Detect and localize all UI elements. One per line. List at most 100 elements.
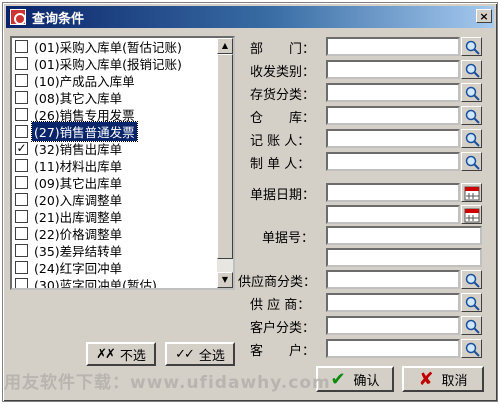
search-icon: [465, 40, 480, 55]
checkbox[interactable]: [15, 261, 28, 274]
doc-date-to-picker[interactable]: [461, 205, 482, 224]
checkbox[interactable]: [15, 210, 28, 223]
bookkeeper-lookup-button[interactable]: [461, 129, 482, 148]
select-all-icon: ✓✓: [175, 346, 195, 362]
app-icon: [10, 9, 26, 25]
list-item[interactable]: (21)出库调整单: [12, 208, 219, 225]
checkbox[interactable]: [15, 125, 28, 138]
list-item[interactable]: (10)产成品入库单: [12, 72, 219, 89]
list-item[interactable]: (26)销售专用发票: [12, 106, 219, 123]
select-all-label: 全选: [198, 348, 225, 364]
label-bookkeeper: 记 账 人：: [250, 134, 311, 149]
doc-date-from-picker[interactable]: [461, 183, 482, 202]
deselect-icon: ✗✗: [96, 346, 116, 362]
checkbox[interactable]: [15, 244, 28, 257]
list-item[interactable]: (24)红字回冲单: [12, 259, 219, 276]
checkbox[interactable]: [15, 176, 28, 189]
checkbox[interactable]: [15, 159, 28, 172]
close-button[interactable]: ×: [476, 9, 492, 23]
title-bar: 查询条件 ×: [6, 6, 494, 28]
checkbox[interactable]: [15, 227, 28, 240]
list-item[interactable]: (11)材料出库单: [12, 157, 219, 174]
search-icon: [465, 155, 480, 170]
warehouse-lookup-button[interactable]: [461, 106, 482, 125]
customer-category-lookup-button[interactable]: [461, 316, 482, 335]
scroll-up-icon[interactable]: ▲: [217, 38, 233, 54]
list-item[interactable]: (35)差异结转单: [12, 242, 219, 259]
checkbox[interactable]: [15, 108, 28, 121]
watermark-text: 用友软件下载：www.ufidawhy.com: [4, 373, 331, 393]
list-item[interactable]: (01)采购入库单(暂估记账): [12, 38, 219, 55]
search-icon: [465, 319, 480, 334]
list-item[interactable]: (09)其它出库单: [12, 174, 219, 191]
doc-date-to-field[interactable]: [326, 205, 460, 224]
bookkeeper-field[interactable]: [326, 129, 460, 148]
scroll-down-icon[interactable]: ▼: [217, 272, 233, 288]
list-items: (01)采购入库单(暂估记账) (01)采购入库单(报销记账) (10)产成品入库单…: [12, 38, 219, 290]
label-maker: 制 单 人：: [250, 157, 311, 172]
supplier-category-lookup-button[interactable]: [461, 270, 482, 289]
search-icon: [465, 63, 480, 78]
maker-lookup-button[interactable]: [461, 152, 482, 171]
label-doc-date: 单据日期：: [250, 188, 316, 203]
search-icon: [465, 132, 480, 147]
customer-lookup-button[interactable]: [461, 339, 482, 358]
doc-number-from-field[interactable]: [326, 226, 482, 245]
scroll-thumb[interactable]: [217, 54, 233, 259]
search-icon: [465, 86, 480, 101]
select-all-button[interactable]: ✓✓ 全选: [165, 342, 235, 366]
list-item[interactable]: (30)蓝字回冲单(暂估): [12, 276, 219, 290]
list-item[interactable]: (22)价格调整单: [12, 225, 219, 242]
receive-send-category-lookup-button[interactable]: [461, 60, 482, 79]
cancel-button[interactable]: ✘ 取消: [402, 366, 484, 392]
list-scrollbar[interactable]: ▲ ▼: [217, 38, 233, 288]
list-item[interactable]: (08)其它入库单: [12, 89, 219, 106]
label-doc-number: 单据号：: [262, 231, 315, 246]
department-field[interactable]: [326, 37, 460, 56]
calendar-icon: [464, 208, 480, 223]
search-icon: [465, 342, 480, 357]
dialog-title: 查询条件: [32, 11, 85, 27]
checkbox[interactable]: [15, 40, 28, 53]
label-warehouse: 仓 库：: [250, 111, 316, 126]
label-department: 部 门：: [250, 42, 316, 57]
deselect-all-button[interactable]: ✗✗ 不选: [86, 342, 156, 366]
supplier-category-field[interactable]: [326, 270, 460, 289]
label-customer-category: 客户分类：: [250, 321, 316, 336]
customer-field[interactable]: [326, 339, 460, 358]
document-type-list[interactable]: (01)采购入库单(暂估记账) (01)采购入库单(报销记账) (10)产成品入库单…: [10, 36, 235, 290]
confirm-label: 确认: [353, 373, 380, 389]
warehouse-field[interactable]: [326, 106, 460, 125]
doc-number-to-field[interactable]: [326, 248, 482, 267]
checkbox[interactable]: [15, 91, 28, 104]
checkbox[interactable]: [15, 74, 28, 87]
inventory-category-lookup-button[interactable]: [461, 83, 482, 102]
checkbox[interactable]: [15, 278, 28, 288]
list-item-label: (30)蓝字回冲单(暂估): [34, 278, 157, 290]
list-item[interactable]: (01)采购入库单(报销记账): [12, 55, 219, 72]
label-supplier: 供 应 商：: [250, 298, 311, 313]
search-icon: [465, 273, 480, 288]
check-icon: ✔: [330, 368, 346, 390]
label-receive-send-category: 收发类别：: [250, 65, 316, 80]
supplier-lookup-button[interactable]: [461, 293, 482, 312]
doc-date-from-field[interactable]: [326, 183, 460, 202]
cancel-icon: ✘: [418, 368, 434, 390]
checkbox[interactable]: ✓: [15, 142, 28, 155]
label-supplier-category: 供应商分类：: [238, 275, 317, 290]
inventory-category-field[interactable]: [326, 83, 460, 102]
list-item[interactable]: (27)销售普通发票: [12, 121, 219, 142]
search-icon: [465, 109, 480, 124]
customer-category-field[interactable]: [326, 316, 460, 335]
department-lookup-button[interactable]: [461, 37, 482, 56]
search-icon: [465, 296, 480, 311]
receive-send-category-field[interactable]: [326, 60, 460, 79]
label-customer: 客 户：: [250, 344, 316, 359]
list-item[interactable]: (20)入库调整单: [12, 191, 219, 208]
list-item[interactable]: ✓ (32)销售出库单: [12, 140, 219, 157]
checkbox[interactable]: [15, 193, 28, 206]
maker-field[interactable]: [326, 152, 460, 171]
checkbox[interactable]: [15, 57, 28, 70]
supplier-field[interactable]: [326, 293, 460, 312]
label-inventory-category: 存货分类：: [250, 88, 316, 103]
